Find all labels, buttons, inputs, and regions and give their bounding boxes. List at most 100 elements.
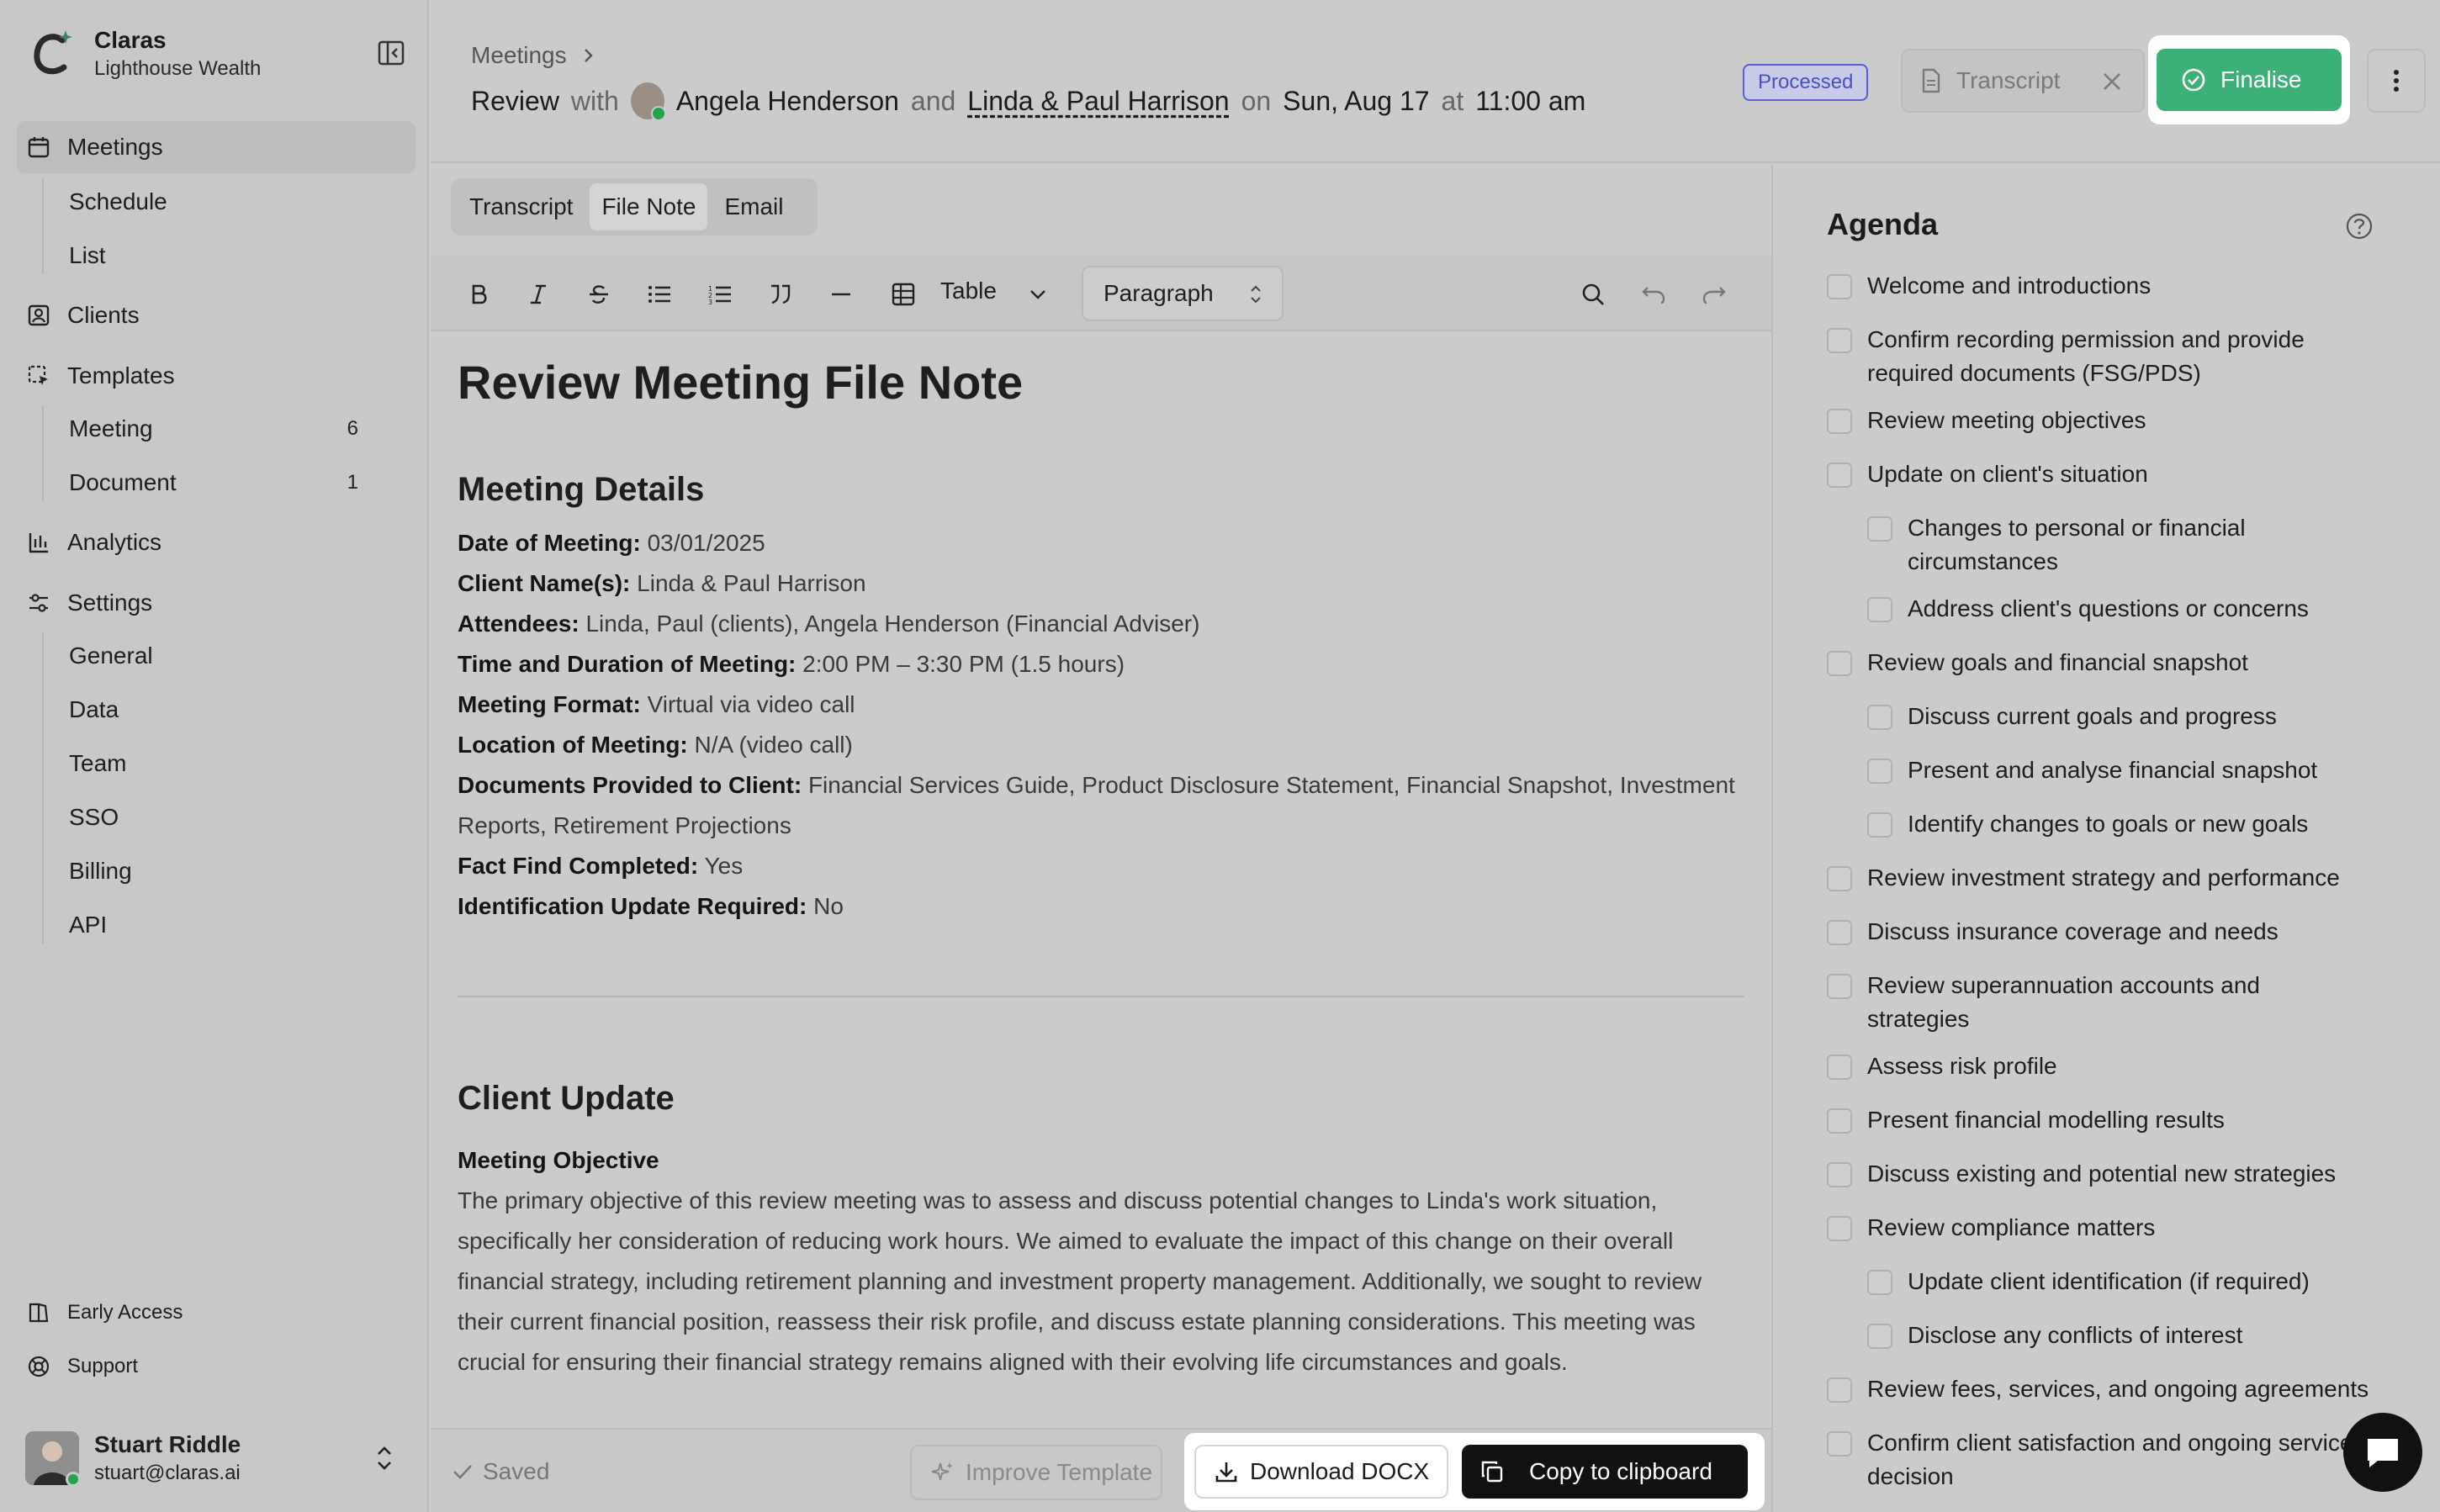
support-link[interactable]: Support	[17, 1344, 415, 1389]
brand[interactable]: Claras Lighthouse Wealth	[30, 25, 409, 93]
nav-list[interactable]: List	[52, 232, 372, 279]
table-dropdown-button[interactable]	[1019, 276, 1056, 313]
agenda-item-label: Present financial modelling results	[1867, 1107, 2225, 1133]
tab-transcript[interactable]: Transcript	[458, 183, 585, 230]
paragraph-style-select[interactable]: Paragraph	[1082, 266, 1284, 321]
table-label[interactable]: Table	[940, 278, 997, 304]
improve-template-button[interactable]: Improve Template	[910, 1445, 1162, 1500]
agenda-checkbox[interactable]	[1827, 328, 1852, 353]
agenda-item-label: Confirm client satisfaction and ongoing …	[1867, 1430, 2353, 1489]
agenda-item-label: Review fees, services, and ongoing agree…	[1867, 1376, 2369, 1402]
agenda-checkbox[interactable]	[1867, 1324, 1892, 1349]
detail-location: Location of Meeting: N/A (video call)	[458, 725, 1744, 765]
agenda-checkbox[interactable]	[1827, 1108, 1852, 1134]
nav-analytics[interactable]: Analytics	[17, 516, 415, 568]
document-template-count: 1	[347, 471, 358, 494]
nav-clients[interactable]: Clients	[17, 289, 415, 341]
chat-support-button[interactable]	[2343, 1413, 2422, 1492]
agenda-item-label: Review compliance matters	[1867, 1214, 2156, 1240]
agenda-checkbox[interactable]	[1827, 651, 1852, 676]
agenda-checkbox[interactable]	[1827, 1162, 1852, 1187]
agenda-item-label: Address client's questions or concerns	[1908, 595, 2309, 621]
meeting-header: Meetings Review with Angela Henderson an…	[431, 0, 2440, 163]
bold-button[interactable]	[461, 276, 498, 313]
agenda-checkbox[interactable]	[1827, 409, 1852, 434]
agenda-checkbox[interactable]	[1827, 1431, 1852, 1456]
nav-document-templates[interactable]: Document 1	[52, 459, 372, 506]
agenda-checkbox[interactable]	[1867, 1270, 1892, 1295]
detail-label: Location of Meeting:	[458, 732, 688, 758]
nav-team[interactable]: Team	[52, 740, 372, 787]
agenda-item-label: Disclose any conflicts of interest	[1908, 1322, 2243, 1348]
download-docx-button[interactable]: Download DOCX	[1194, 1445, 1448, 1499]
client-link[interactable]: Linda & Paul Harrison	[967, 86, 1229, 117]
early-access-link[interactable]: Early Access	[17, 1290, 415, 1335]
agenda-checkbox[interactable]	[1827, 1055, 1852, 1080]
user-menu[interactable]: Stuart Riddle stuart@claras.ai	[25, 1421, 412, 1488]
tab-email[interactable]: Email	[712, 183, 795, 230]
nav-data[interactable]: Data	[52, 686, 372, 733]
quote-icon	[771, 284, 791, 304]
collapse-sidebar-icon[interactable]	[377, 39, 405, 67]
agenda-checkbox[interactable]	[1867, 759, 1892, 784]
detail-value: N/A (video call)	[694, 732, 853, 758]
meeting-template-count: 6	[347, 417, 358, 440]
chevron-up-down-icon[interactable]	[370, 1441, 399, 1475]
agenda-checkbox[interactable]	[1867, 705, 1892, 730]
check-icon	[453, 1465, 472, 1479]
breadcrumb: Meetings	[471, 42, 595, 69]
nav-billing[interactable]: Billing	[52, 848, 372, 895]
detail-value: Virtual via video call	[647, 691, 855, 717]
detail-value: Yes	[704, 853, 744, 879]
redo-button[interactable]	[1696, 276, 1733, 313]
nav-api[interactable]: API	[52, 901, 372, 949]
agenda-checkbox[interactable]	[1827, 463, 1852, 488]
italic-button[interactable]	[520, 276, 557, 313]
templates-icon	[28, 365, 48, 385]
agenda-item-label: Present and analyse financial snapshot	[1908, 757, 2318, 783]
detail-date: Date of Meeting: 03/01/2025	[458, 523, 1744, 563]
user-name: Stuart Riddle	[94, 1431, 241, 1457]
file-note-document[interactable]: Review Meeting File Note Meeting Details…	[458, 348, 1744, 1433]
nav-templates[interactable]: Templates	[17, 350, 415, 402]
close-icon[interactable]	[2099, 69, 2125, 94]
help-circle-icon[interactable]	[2345, 212, 2374, 241]
ordered-list-button[interactable]: 123	[701, 276, 738, 313]
detail-value: 03/01/2025	[647, 530, 765, 556]
agenda-checkbox[interactable]	[1867, 812, 1892, 838]
breadcrumb-meetings[interactable]: Meetings	[471, 42, 567, 69]
blockquote-button[interactable]	[762, 276, 799, 313]
agenda-checkbox[interactable]	[1867, 597, 1892, 622]
agenda-checkbox[interactable]	[1827, 1216, 1852, 1241]
nav-settings[interactable]: Settings	[17, 577, 415, 629]
bullet-list-icon	[648, 286, 670, 303]
tab-file-note[interactable]: File Note	[590, 183, 708, 230]
table-button[interactable]	[885, 276, 922, 313]
horizontal-rule-button[interactable]	[823, 276, 860, 313]
agenda-panel: Agenda Welcome and introductions Confirm…	[1771, 165, 2440, 1512]
strikethrough-button[interactable]	[580, 276, 617, 313]
bullet-list-button[interactable]	[641, 276, 678, 313]
nav-sso[interactable]: SSO	[52, 794, 372, 841]
nav-list-label: List	[69, 242, 106, 268]
agenda-checkbox[interactable]	[1827, 974, 1852, 999]
app-window: Claras Lighthouse Wealth Meetings Schedu…	[0, 0, 2440, 1512]
undo-button[interactable]	[1635, 276, 1672, 313]
agenda-checkbox[interactable]	[1867, 516, 1892, 542]
agenda-checkbox[interactable]	[1827, 920, 1852, 945]
undo-icon	[1642, 287, 1665, 304]
finalise-button[interactable]: Finalise	[2157, 49, 2342, 111]
nav-schedule[interactable]: Schedule	[52, 178, 372, 225]
agenda-checkbox[interactable]	[1827, 274, 1852, 299]
nav-meeting-templates[interactable]: Meeting 6	[52, 405, 372, 452]
agenda-checkbox[interactable]	[1827, 866, 1852, 891]
copy-to-clipboard-button[interactable]: Copy to clipboard	[1462, 1445, 1748, 1499]
search-button[interactable]	[1575, 276, 1612, 313]
nav-general[interactable]: General	[52, 632, 372, 679]
agenda-item[interactable]: Confirm recording permission and provide…	[1827, 323, 2416, 394]
more-options-button[interactable]	[2367, 49, 2426, 113]
agenda-checkbox[interactable]	[1827, 1377, 1852, 1403]
nav-meetings[interactable]: Meetings	[17, 121, 415, 173]
transcript-chip[interactable]: Transcript	[1901, 49, 2145, 113]
agenda-item-label: Review goals and financial snapshot	[1867, 649, 2248, 675]
